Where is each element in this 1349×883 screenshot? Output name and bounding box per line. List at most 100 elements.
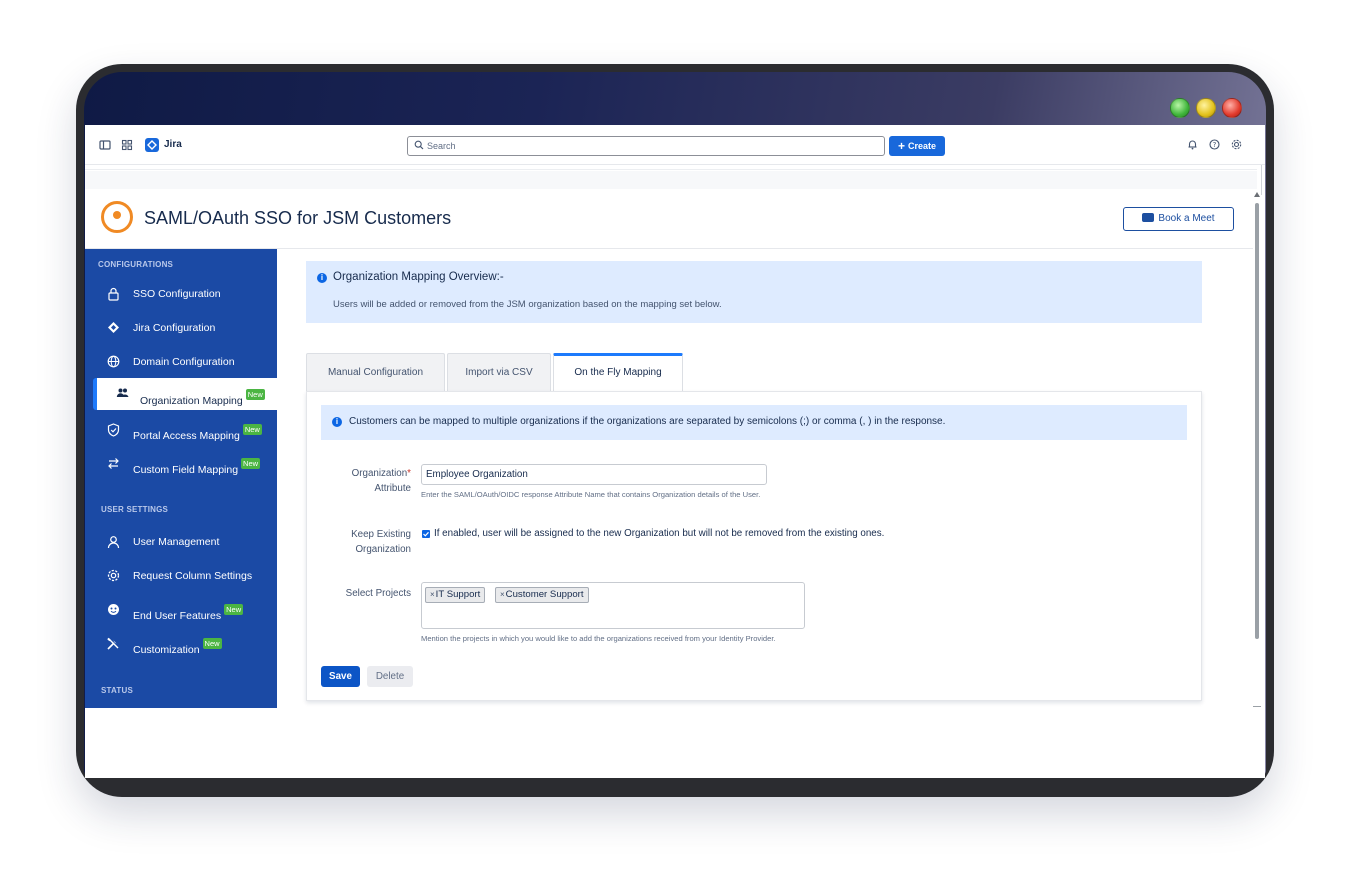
save-button[interactable]: Save: [321, 666, 360, 687]
browser-screen: Jira Search + Create ? SAML/OAuth SSO for…: [85, 125, 1265, 778]
book-meet-button[interactable]: Book a Meet: [1123, 207, 1234, 231]
plus-icon: +: [897, 139, 905, 153]
maximize-button[interactable]: [1170, 98, 1190, 118]
search-icon: [414, 140, 424, 153]
keep-existing-text: If enabled, user will be assigned to the…: [434, 528, 885, 539]
miniorange-logo-icon: [101, 201, 133, 233]
chip-label: Customer Support: [505, 589, 584, 600]
sidebar-item-jira-configuration[interactable]: Jira Configuration: [85, 313, 277, 343]
sidebar-item-label: Domain Configuration: [133, 356, 235, 368]
new-badge: New: [241, 458, 261, 469]
gear-icon: [106, 569, 120, 583]
window-controls: [1170, 98, 1242, 118]
sidebar-item-label: SSO Configuration: [133, 288, 221, 300]
overview-title: Organization Mapping Overview:-: [333, 271, 504, 283]
page-band: [85, 171, 1257, 189]
mapping-panel: i Customers can be mapped to multiple or…: [306, 391, 1202, 701]
sidebar-item-label: Portal Access Mapping: [133, 430, 240, 442]
org-attribute-label: Organization* Attribute: [311, 466, 411, 496]
overview-banner: i Organization Mapping Overview:- Users …: [306, 261, 1202, 323]
bell-icon[interactable]: [1186, 139, 1198, 154]
chip-remove-icon[interactable]: ×: [430, 590, 435, 599]
select-projects-input[interactable]: ×IT Support ×Customer Support: [421, 582, 805, 629]
sidebar-item-custom-field-mapping[interactable]: Custom Field MappingNew: [85, 449, 277, 479]
section-status: STATUS: [101, 686, 134, 695]
section-user-settings: USER SETTINGS: [101, 505, 169, 514]
keep-existing-label: Keep Existing Organization: [311, 527, 411, 557]
sidebar-item-label: Customization: [133, 644, 200, 656]
users-icon: [115, 387, 129, 401]
tab-import-via-csv[interactable]: Import via CSV: [447, 353, 551, 391]
sidebar-item-label: Custom Field Mapping: [133, 464, 239, 476]
delete-button[interactable]: Delete: [367, 666, 413, 687]
jira-icon: [106, 321, 120, 335]
required-mark: *: [407, 468, 411, 479]
divider: [85, 169, 1257, 170]
sidebar-item-label: Jira Configuration: [133, 322, 216, 334]
new-badge: New: [245, 389, 265, 400]
jira-logo-icon[interactable]: [145, 138, 159, 152]
label-text: Organization: [355, 544, 411, 555]
main-content: i Organization Mapping Overview:- Users …: [277, 249, 1257, 708]
swap-icon: [106, 457, 120, 471]
scrollbar[interactable]: [1253, 189, 1261, 708]
tab-manual-configuration[interactable]: Manual Configuration: [306, 353, 445, 391]
label-text: Organization: [351, 468, 408, 479]
book-meet-label: Book a Meet: [1158, 213, 1215, 224]
org-attribute-help: Enter the SAML/OAuth/OIDC response Attri…: [421, 490, 761, 499]
new-badge: New: [242, 424, 262, 435]
select-projects-label: Select Projects: [345, 588, 411, 599]
user-icon: [106, 535, 120, 549]
project-chip: ×IT Support: [425, 587, 486, 603]
divider: [1261, 165, 1262, 195]
scroll-thumb[interactable]: [1255, 203, 1259, 639]
project-chip: ×Customer Support: [495, 587, 589, 603]
scroll-up-arrow-icon[interactable]: [1254, 192, 1260, 197]
video-camera-icon: [1142, 213, 1155, 222]
overview-text: Users will be added or removed from the …: [333, 299, 722, 310]
app-header: SAML/OAuth SSO for JSM Customers Book a …: [85, 189, 1253, 249]
sidebar-item-organization-mapping[interactable]: Organization MappingNew: [93, 378, 277, 410]
jira-app-name[interactable]: Jira: [164, 139, 182, 150]
face-icon: [106, 603, 120, 617]
close-button[interactable]: [1222, 98, 1242, 118]
sidebar-item-label: End User Features: [133, 610, 222, 622]
sidebar-item-domain-configuration[interactable]: Domain Configuration: [85, 347, 277, 377]
shield-check-icon: [106, 423, 120, 437]
sidebar-item-user-management[interactable]: User Management: [85, 527, 277, 557]
new-badge: New: [202, 638, 222, 649]
sidebar-item-end-user-features[interactable]: End User FeaturesNew: [85, 595, 277, 625]
sidebar-item-label: Organization Mapping: [140, 395, 243, 407]
info-note-text: Customers can be mapped to multiple orga…: [349, 416, 946, 427]
label-text: Attribute: [374, 483, 412, 494]
sidebar-item-request-column-settings[interactable]: Request Column Settings: [85, 561, 277, 591]
tab-on-the-fly-mapping[interactable]: On the Fly Mapping: [553, 353, 683, 392]
sidebar-toggle-icon[interactable]: [99, 139, 111, 151]
page-title: SAML/OAuth SSO for JSM Customers: [144, 208, 452, 228]
lock-icon: [106, 287, 120, 301]
keep-existing-checkbox[interactable]: [422, 530, 430, 538]
create-button[interactable]: + Create: [889, 136, 945, 156]
info-note: i Customers can be mapped to multiple or…: [321, 405, 1187, 440]
scroll-end: [1253, 706, 1261, 707]
help-icon[interactable]: ?: [1208, 139, 1220, 154]
svg-text:?: ?: [1212, 141, 1216, 149]
globe-icon: [106, 355, 120, 369]
select-projects-help: Mention the projects in which you would …: [421, 634, 776, 643]
org-attribute-input[interactable]: Employee Organization: [421, 464, 767, 485]
search-input[interactable]: Search: [407, 136, 885, 156]
new-badge: New: [224, 604, 244, 615]
chip-remove-icon[interactable]: ×: [500, 590, 505, 599]
settings-gear-icon[interactable]: [1230, 139, 1242, 154]
info-icon: i: [317, 273, 327, 283]
info-icon: i: [332, 417, 342, 427]
sidebar-item-sso-configuration[interactable]: SSO Configuration: [85, 279, 277, 309]
section-configurations: CONFIGURATIONS: [98, 260, 174, 269]
app-switcher-icon[interactable]: [121, 139, 133, 151]
sidebar: CONFIGURATIONS SSO Configuration Jira Co…: [85, 249, 277, 708]
sidebar-item-portal-access-mapping[interactable]: Portal Access MappingNew: [85, 415, 277, 445]
sidebar-item-customization[interactable]: CustomizationNew: [85, 629, 277, 659]
label-text: Keep Existing: [351, 529, 411, 540]
tools-icon: [106, 637, 120, 651]
minimize-button[interactable]: [1196, 98, 1216, 118]
